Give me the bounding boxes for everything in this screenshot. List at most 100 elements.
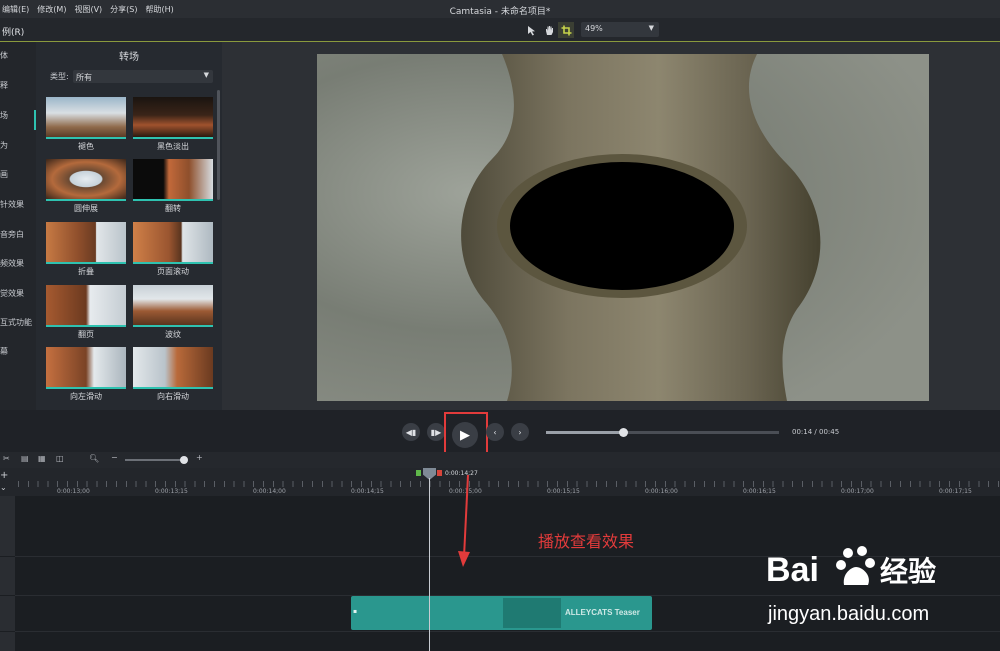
track-header[interactable]	[0, 557, 15, 595]
category-item[interactable]: 画	[0, 169, 36, 187]
toolbar: 例(R) 49% ▼	[0, 18, 1000, 42]
zoom-in-button[interactable]: +	[196, 453, 203, 462]
annotation-text: 播放查看效果	[538, 532, 635, 551]
total-duration: 00:45	[819, 428, 840, 436]
clip-handle-icon[interactable]: ▪	[353, 608, 357, 615]
chevron-down-icon: ▼	[648, 24, 654, 32]
chevron-down-icon[interactable]: ⌄	[0, 483, 7, 492]
transition-thumb[interactable]	[46, 285, 126, 327]
media-clip[interactable]: ▪ ALLEYCATS Teaser	[351, 596, 652, 630]
track-header[interactable]	[0, 496, 15, 556]
type-label: 类型:	[50, 72, 69, 81]
paste-icon[interactable]: ▦	[38, 454, 46, 463]
transition-label: 翻页	[78, 330, 94, 339]
scissors-icon[interactable]: ✂	[3, 454, 10, 463]
tick-label: 0:00:14;00	[253, 488, 286, 495]
tick-label: 0:00:15;15	[547, 488, 580, 495]
tick-label: 0:00:14;15	[351, 488, 384, 495]
transition-label: 褪色	[78, 142, 94, 151]
tick-label: 0:00:16;00	[645, 488, 678, 495]
category-item[interactable]: 针效果	[0, 199, 36, 217]
tree-trunk-image	[317, 54, 929, 401]
baidu-watermark: Bai 经验 jingyan.baidu.com	[762, 545, 1000, 651]
menu-bar: 编辑(E) 修改(M) 视图(V) 分享(S) 帮助(H) Camtasia -…	[0, 0, 1000, 18]
watermark-logo: Bai 经验	[762, 545, 992, 598]
type-value: 所有	[76, 73, 92, 82]
zoom-out-button[interactable]: −	[111, 453, 118, 462]
category-item[interactable]: 体	[0, 50, 36, 68]
transition-label: 向左滑动	[70, 392, 102, 401]
step-forward-icon[interactable]: ▮▶	[427, 423, 445, 441]
crop-icon[interactable]	[558, 22, 574, 38]
ruler-ticks	[18, 481, 1000, 487]
playback-scrubber[interactable]	[546, 428, 779, 437]
transition-label: 折叠	[78, 267, 94, 276]
chevron-right-icon[interactable]: ›	[511, 423, 529, 441]
pointer-icon[interactable]	[524, 22, 540, 38]
category-item[interactable]: 觉效果	[0, 288, 36, 306]
timeline-ruler[interactable]: + ⌄ 0:00:13;00 0:00:13;15 0:00:14;00 0:0…	[0, 468, 1000, 496]
transition-thumb[interactable]	[46, 347, 126, 389]
category-item-transitions[interactable]: 场	[0, 110, 36, 130]
transition-label: 波纹	[165, 330, 181, 339]
scrubber-fill	[546, 431, 623, 434]
preview-canvas[interactable]	[317, 54, 929, 401]
tick-label: 0:00:13;00	[57, 488, 90, 495]
add-track-icon[interactable]: +	[0, 470, 8, 481]
out-point-marker[interactable]	[437, 470, 442, 476]
baidu-logo-icon: Bai 经验	[766, 546, 936, 589]
transition-thumb[interactable]	[133, 347, 213, 389]
panel-title: 转场	[119, 52, 139, 63]
transition-label: 黑色淡出	[157, 142, 189, 151]
watermark-url: jingyan.baidu.com	[768, 603, 930, 625]
time-readout: 00:14 / 00:45	[792, 428, 839, 436]
type-select[interactable]: 所有 ▼	[73, 70, 213, 83]
current-time: 00:14	[792, 428, 813, 436]
hand-icon[interactable]	[541, 22, 557, 38]
category-item[interactable]: 幕	[0, 346, 36, 364]
scrubber-knob[interactable]	[618, 428, 628, 437]
category-item[interactable]: 释	[0, 80, 36, 98]
svg-text:Bai: Bai	[766, 551, 819, 589]
transition-label: 圆伸展	[74, 204, 98, 213]
transition-thumb[interactable]	[46, 97, 126, 139]
category-item[interactable]: 互式功能	[0, 317, 36, 335]
playback-bar: ◀▮ ▮▶ ▶ ‹ › 00:14 / 00:45	[0, 410, 1000, 459]
zoom-select[interactable]: 49% ▼	[581, 22, 659, 37]
step-back-icon[interactable]: ◀▮	[402, 423, 420, 441]
timeline-zoom-slider[interactable]	[125, 459, 185, 461]
split-icon[interactable]: ◫	[56, 454, 64, 463]
transition-thumb[interactable]	[133, 159, 213, 201]
toolbar-left-label[interactable]: 例(R)	[2, 25, 24, 38]
category-item[interactable]: 为	[0, 140, 36, 158]
transition-thumb[interactable]	[46, 159, 126, 201]
chevron-left-icon[interactable]: ‹	[486, 423, 504, 441]
tick-label: 0:00:17;00	[841, 488, 874, 495]
transition-thumb[interactable]	[133, 285, 213, 327]
transition-label: 翻转	[165, 204, 181, 213]
annotation-arrow-icon	[458, 475, 470, 567]
track-header[interactable]	[0, 596, 15, 631]
copy-icon[interactable]: ▤	[21, 454, 29, 463]
timeline-zoom-knob[interactable]	[180, 456, 188, 464]
transition-label: 向右滑动	[157, 392, 189, 401]
in-point-marker[interactable]	[416, 470, 421, 476]
category-item[interactable]: 频效果	[0, 258, 36, 276]
time-separator: /	[814, 428, 817, 436]
zoom-value: 49%	[585, 24, 603, 33]
svg-text:经验: 经验	[880, 555, 936, 588]
transition-label: 页面滚动	[157, 267, 189, 276]
transition-thumb[interactable]	[133, 222, 213, 264]
panel-scrollbar[interactable]	[217, 90, 220, 200]
transitions-panel: 转场 类型: 所有 ▼ 褪色 黑色淡出 圆伸展 翻转 折叠 页面滚动 翻页 波纹…	[36, 42, 222, 410]
transition-thumb[interactable]	[46, 222, 126, 264]
category-item[interactable]: 音旁白	[0, 229, 36, 247]
transition-thumb[interactable]	[133, 97, 213, 139]
clip-label: ALLEYCATS Teaser	[565, 608, 640, 617]
tick-label: 0:00:13;15	[155, 488, 188, 495]
search-icon[interactable]: 🔍︎	[89, 454, 99, 463]
track-header[interactable]	[0, 632, 15, 651]
timeline-toolbar: ✂ ▤ ▦ ◫ 🔍︎ − +	[0, 452, 1000, 468]
clip-thumbnail	[503, 598, 561, 628]
chevron-down-icon: ▼	[203, 71, 209, 79]
